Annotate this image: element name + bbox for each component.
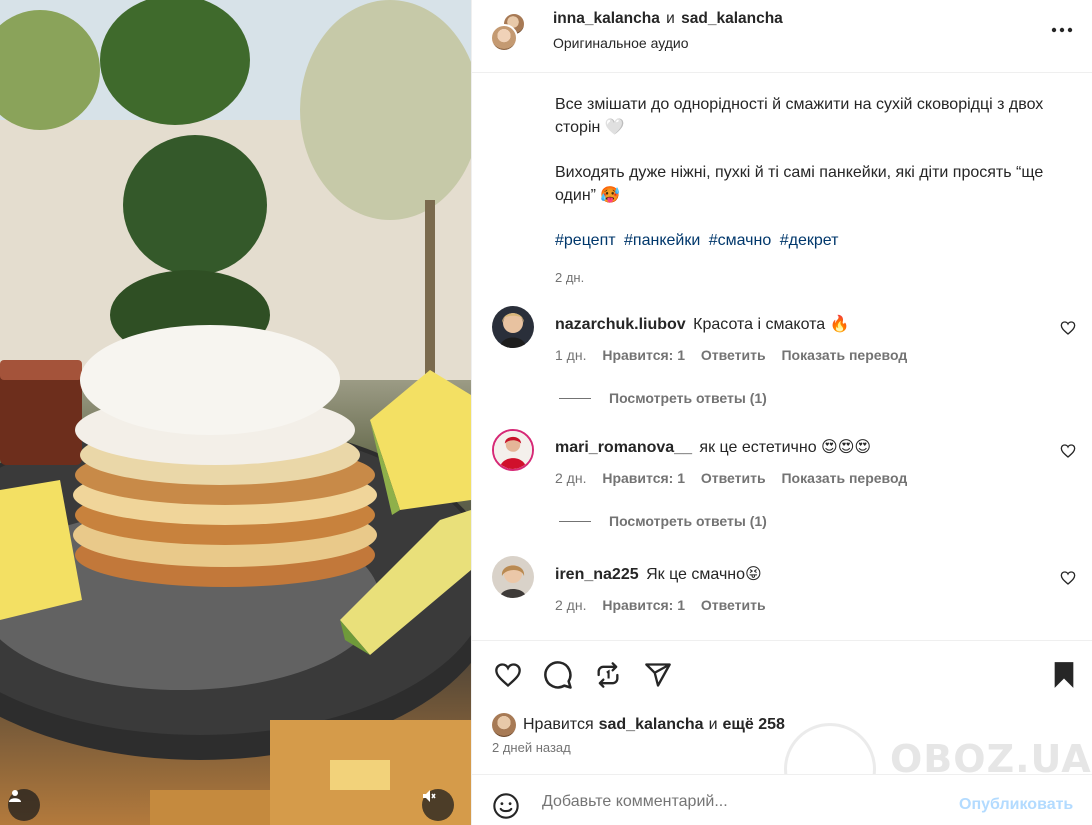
comment-body: як це естетично 😍😍😍	[699, 439, 872, 456]
hashtag-link[interactable]: #панкейки	[624, 232, 700, 249]
caption-time[interactable]: 2 дн.	[555, 266, 1065, 289]
comment-likes[interactable]: Нравится: 1	[602, 347, 685, 363]
user-tag-button[interactable]	[8, 789, 40, 821]
emoji-button[interactable]	[492, 792, 522, 822]
view-replies-button[interactable]: Посмотреть ответы (1)	[559, 390, 767, 406]
avatar-image	[492, 556, 534, 598]
comment-meta: 2 дн. Нравится: 1 Ответить	[555, 597, 778, 613]
save-button[interactable]	[1048, 659, 1080, 691]
comment-like-button[interactable]	[1060, 570, 1080, 590]
reply-button[interactable]: Ответить	[701, 597, 766, 613]
post-header: inna_kalancha и sad_kalancha Оригинально…	[472, 0, 1092, 73]
bookmark-icon	[1054, 662, 1074, 688]
comment-username[interactable]: nazarchuk.liubov	[555, 316, 686, 333]
comment-like-button[interactable]	[1060, 320, 1080, 340]
avatar[interactable]	[492, 556, 534, 598]
emoji-icon	[493, 793, 519, 819]
comment-meta: 2 дн. Нравится: 1 Ответить Показать пере…	[555, 470, 919, 486]
avatar-image	[494, 431, 532, 469]
hashtag-link[interactable]: #рецепт	[555, 232, 616, 249]
comment-body: Красота і смакота 🔥	[693, 316, 850, 333]
likes-summary[interactable]: Нравится sad_kalancha и ещё 258	[492, 713, 790, 737]
comment-username[interactable]: mari_romanova__	[555, 439, 692, 456]
like-button[interactable]	[492, 659, 524, 691]
mute-button[interactable]	[422, 789, 454, 821]
comment-username[interactable]: iren_na225	[555, 566, 639, 583]
comment-likes[interactable]: Нравится: 1	[602, 597, 685, 613]
view-replies-label: Посмотреть ответы (1)	[609, 513, 767, 529]
send-button[interactable]	[642, 659, 674, 691]
caption-paragraph: Все змішати до однорідності й смажити на…	[555, 96, 1044, 136]
comment-text: mari_romanova__ як це естетично 😍😍😍	[555, 437, 871, 457]
heart-icon	[1060, 321, 1076, 335]
pancake-photo	[0, 0, 471, 825]
comment-meta: 1 дн. Нравится: 1 Ответить Показать пере…	[555, 347, 919, 363]
avatar[interactable]	[492, 306, 534, 348]
hashtag-link[interactable]: #смачно	[709, 232, 772, 249]
post-media[interactable]	[0, 0, 471, 825]
post-actions: Нравится sad_kalancha и ещё 258 2 дней н…	[472, 640, 1092, 815]
reply-button[interactable]: Ответить	[701, 470, 766, 486]
comment-time[interactable]: 2 дн.	[555, 470, 586, 486]
comment-input[interactable]	[542, 793, 942, 811]
post-caption: Все змішати до однорідності й смажити на…	[555, 93, 1065, 289]
likes-more[interactable]: ещё 258	[723, 716, 785, 734]
comment-icon	[544, 661, 572, 689]
comment-box: Опубликовать	[472, 774, 1092, 825]
comment-text: nazarchuk.liubov Красота і смакота 🔥	[555, 314, 850, 334]
user-tag-icon	[9, 790, 21, 802]
author-link[interactable]: sad_kalancha	[681, 10, 783, 27]
send-icon	[645, 663, 671, 687]
author-names: inna_kalancha и sad_kalancha	[553, 10, 783, 28]
more-options-button[interactable]	[1048, 18, 1076, 42]
replies-divider	[559, 520, 591, 522]
heart-icon	[1060, 444, 1076, 458]
share-icon	[597, 662, 619, 688]
audio-link[interactable]: Оригинальное аудио	[553, 35, 689, 51]
hashtag-link[interactable]: #декрет	[780, 232, 839, 249]
comment-text: iren_na225 Як це смачно😝	[555, 564, 762, 584]
avatar	[492, 713, 516, 737]
heart-icon	[1060, 571, 1076, 585]
view-replies-label: Посмотреть ответы (1)	[609, 390, 767, 406]
more-icon	[1051, 27, 1073, 33]
likes-prefix: Нравится	[523, 716, 594, 733]
view-replies-button[interactable]: Посмотреть ответы (1)	[559, 513, 767, 529]
avatar-image	[492, 306, 534, 348]
author-avatars[interactable]	[490, 12, 530, 52]
publish-button[interactable]: Опубликовать	[959, 796, 1073, 814]
likes-user[interactable]: sad_kalancha	[599, 716, 704, 734]
hashtags: #рецепт #панкейки #смачно #декрет	[555, 229, 1065, 252]
avatar	[490, 24, 518, 52]
likes-and: и	[708, 716, 718, 733]
comment-likes[interactable]: Нравится: 1	[602, 470, 685, 486]
post-time[interactable]: 2 дней назад	[492, 740, 571, 755]
reply-button[interactable]: Ответить	[701, 347, 766, 363]
comment-button[interactable]	[542, 659, 574, 691]
author-and: и	[666, 10, 675, 27]
comment-time[interactable]: 2 дн.	[555, 597, 586, 613]
show-translation-button[interactable]: Показать перевод	[781, 347, 907, 363]
author-link[interactable]: inna_kalancha	[553, 10, 660, 27]
mute-icon	[423, 790, 436, 802]
replies-divider	[559, 397, 591, 399]
comment-time[interactable]: 1 дн.	[555, 347, 586, 363]
repost-button[interactable]	[592, 659, 624, 691]
show-translation-button[interactable]: Показать перевод	[781, 470, 907, 486]
comment-body: Як це смачно😝	[646, 566, 762, 583]
heart-icon	[495, 663, 521, 688]
caption-paragraph: Виходять дуже ніжні, пухкі й ті самі пан…	[555, 164, 1044, 204]
avatar[interactable]	[492, 429, 534, 471]
post-panel: inna_kalancha и sad_kalancha Оригинально…	[471, 0, 1092, 825]
comment-like-button[interactable]	[1060, 443, 1080, 463]
